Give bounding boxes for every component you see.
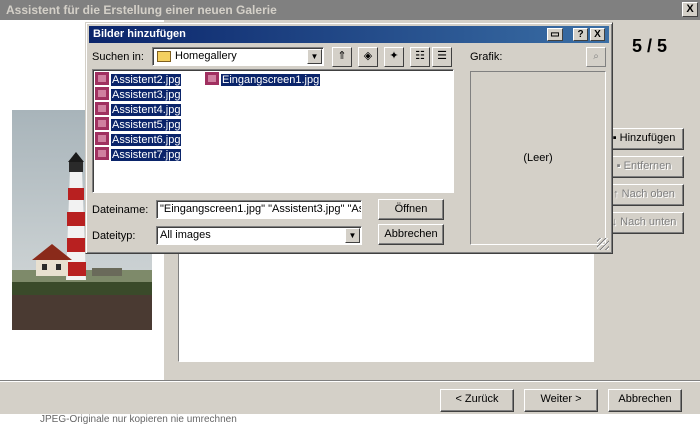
add-images-dialog: Bilder hinzufügen ▭ ? X Suchen in: Homeg… (85, 22, 613, 254)
up-folder-icon: ⇑ (337, 50, 347, 62)
list-item[interactable]: Assistent7.jpg (95, 147, 182, 162)
list-item[interactable]: Eingangscreen1.jpg (205, 72, 321, 87)
desktop-icon: ◈ (363, 50, 373, 62)
open-button[interactable]: Öffnen (378, 199, 444, 220)
details-view-button[interactable]: ☰ (432, 47, 452, 67)
image-file-icon (95, 132, 109, 145)
dialog-title-bar: Bilder hinzufügen ▭ ? X (89, 26, 609, 43)
list-item[interactable]: Assistent3.jpg (95, 87, 182, 102)
image-file-icon (95, 147, 109, 160)
look-in-value: Homegallery (175, 50, 237, 62)
image-file-icon (95, 117, 109, 130)
add-button[interactable]: ▪ Hinzufügen (604, 128, 684, 150)
dialog-close-button[interactable]: X (590, 28, 605, 41)
wizard-title: Assistent für die Erstellung einer neuen… (6, 3, 277, 17)
step-indicator: 5 / 5 (632, 36, 668, 56)
background-text: JPEG-Originale nur kopieren nie umrechne… (0, 414, 700, 426)
footer-divider (0, 380, 700, 382)
arrow-up-icon: ↑ (613, 188, 622, 200)
back-button[interactable]: < Zurück (440, 389, 514, 412)
folder-icon (157, 51, 171, 62)
window-icon[interactable]: ▭ (547, 28, 563, 41)
desktop-button[interactable]: ◈ (358, 47, 378, 67)
list-item[interactable]: Assistent6.jpg (95, 132, 182, 147)
list-view-button[interactable]: ☷ (410, 47, 430, 67)
preview-toggle-button[interactable]: ⌕ (586, 47, 606, 67)
image-preview: (Leer) (470, 71, 606, 245)
move-up-button[interactable]: ↑ Nach oben (604, 184, 684, 206)
image-file-icon (95, 72, 109, 85)
filename-label: Dateiname: (92, 204, 149, 216)
filetype-label: Dateityp: (92, 230, 136, 242)
file-list[interactable]: Assistent2.jpg Assistent3.jpg Assistent4… (92, 69, 454, 193)
magnifier-icon: ⌕ (593, 51, 599, 62)
image-file-icon (95, 102, 109, 115)
image-file-icon (205, 72, 219, 85)
remove-icon: ▪ (616, 160, 624, 172)
wizard-cancel-button[interactable]: Abbrechen (608, 389, 682, 412)
list-view-icon: ☷ (415, 50, 425, 62)
new-folder-button[interactable]: ✦ (384, 47, 404, 67)
help-button[interactable]: ? (573, 28, 588, 41)
chevron-down-icon[interactable]: ▼ (307, 49, 322, 64)
preview-empty-text: (Leer) (523, 152, 553, 164)
filetype-value: All images (160, 229, 211, 241)
look-in-label: Suchen in: (92, 51, 144, 63)
image-file-icon (95, 87, 109, 100)
resize-grip-icon[interactable] (597, 238, 609, 250)
list-item[interactable]: Assistent4.jpg (95, 102, 182, 117)
next-button[interactable]: Weiter > (524, 389, 598, 412)
move-down-button[interactable]: ↓ Nach unten (604, 212, 684, 234)
filename-input[interactable]: "Eingangscreen1.jpg" "Assistent3.jpg" "A… (156, 200, 362, 219)
dialog-cancel-button[interactable]: Abbrechen (378, 224, 444, 245)
list-item[interactable]: Assistent5.jpg (95, 117, 182, 132)
wizard-title-bar: Assistent für die Erstellung einer neuen… (0, 0, 700, 20)
wizard-close-button[interactable]: X (682, 2, 698, 17)
remove-button[interactable]: ▪ Entfernen (604, 156, 684, 178)
add-icon: ▪ (612, 132, 620, 144)
up-folder-button[interactable]: ⇑ (332, 47, 352, 67)
look-in-dropdown[interactable]: Homegallery ▼ (152, 47, 324, 66)
chevron-down-icon[interactable]: ▼ (345, 228, 360, 243)
details-view-icon: ☰ (437, 50, 447, 62)
preview-label: Grafik: (470, 51, 503, 63)
list-item[interactable]: Assistent2.jpg (95, 72, 182, 87)
gallery-file-list[interactable] (178, 240, 594, 362)
filetype-select[interactable]: All images ▼ (156, 226, 362, 245)
new-folder-icon: ✦ (389, 50, 399, 62)
dialog-title: Bilder hinzufügen (93, 28, 186, 40)
